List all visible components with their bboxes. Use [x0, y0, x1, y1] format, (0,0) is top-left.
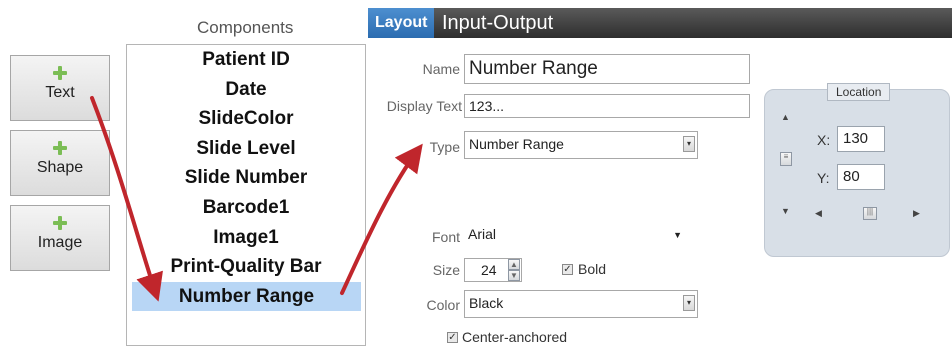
list-item[interactable]: Barcode1	[127, 193, 365, 223]
scroll-down-icon[interactable]: ▼	[781, 206, 790, 216]
center-anchored-checkbox[interactable]: ✓	[447, 332, 458, 343]
font-label: Font	[431, 229, 460, 245]
list-item-selected[interactable]: Number Range	[132, 281, 361, 312]
plus-icon	[53, 216, 67, 230]
type-value: Number Range	[469, 136, 564, 152]
horizontal-scroll-thumb[interactable]: |||	[863, 207, 877, 220]
bold-label: Bold	[578, 261, 607, 277]
add-shape-label: Shape	[36, 159, 84, 176]
components-list[interactable]: Patient ID Date SlideColor Slide Level S…	[126, 44, 366, 346]
plus-icon	[53, 141, 67, 155]
display-text-field[interactable]: 123...	[464, 94, 750, 118]
list-item[interactable]: Slide Number	[127, 163, 365, 193]
tab-layout[interactable]: Layout	[368, 8, 435, 38]
font-value: Arial	[468, 226, 497, 242]
components-title: Components	[197, 18, 294, 37]
color-select[interactable]: Black ▾	[464, 290, 698, 318]
type-select[interactable]: Number Range ▾	[464, 131, 698, 159]
name-label: Name	[422, 61, 460, 77]
properties-header: Layout Input-Output	[368, 8, 952, 38]
tab-input-output[interactable]: Input-Output	[442, 8, 553, 38]
vertical-scrollbar[interactable]: ▲ ≡ ▼	[777, 112, 795, 216]
add-image-label: Image	[37, 234, 83, 251]
x-coordinate-field[interactable]: 130	[837, 126, 885, 152]
chevron-down-icon[interactable]: ▾	[683, 295, 695, 311]
plus-icon	[53, 66, 67, 80]
list-item[interactable]: SlideColor	[127, 104, 365, 134]
chevron-down-icon[interactable]: ▼	[508, 270, 520, 281]
vertical-scroll-thumb[interactable]: ≡	[780, 152, 792, 166]
y-label: Y:	[817, 170, 830, 186]
center-anchored-label: Center-anchored	[462, 329, 568, 345]
size-label: Size	[432, 262, 460, 278]
color-value: Black	[469, 295, 504, 311]
add-shape-button[interactable]: Shape	[10, 130, 110, 196]
location-title: Location	[827, 83, 891, 101]
add-text-button[interactable]: Text	[10, 55, 110, 121]
list-item[interactable]: Date	[127, 75, 365, 105]
list-item[interactable]: Slide Level	[127, 134, 365, 164]
add-image-button[interactable]: Image	[10, 205, 110, 271]
add-text-label: Text	[45, 84, 75, 101]
name-field[interactable]: Number Range	[464, 54, 750, 84]
scroll-right-icon[interactable]: ▶	[913, 208, 920, 219]
chevron-up-icon[interactable]: ▲	[508, 259, 520, 270]
display-text-label: Display Text	[386, 98, 462, 114]
chevron-down-icon[interactable]: ▾	[683, 136, 695, 152]
size-spin-buttons[interactable]: ▲ ▼	[508, 259, 520, 281]
list-item[interactable]: Patient ID	[127, 45, 365, 75]
bold-checkbox[interactable]: ✓	[562, 264, 573, 275]
y-coordinate-field[interactable]: 80	[837, 164, 885, 190]
list-item[interactable]: Image1	[127, 223, 365, 253]
location-panel: Location ▲ ≡ ▼ X: 130 Y: 80 ◀ ||| ▶	[764, 83, 950, 257]
chevron-down-icon[interactable]: ▼	[673, 230, 682, 240]
x-label: X:	[817, 132, 831, 148]
font-select[interactable]: Arial ▼	[464, 222, 688, 248]
scroll-left-icon[interactable]: ◀	[815, 208, 822, 219]
color-label: Color	[426, 297, 460, 313]
scroll-up-icon[interactable]: ▲	[781, 112, 790, 122]
type-label: Type	[429, 139, 460, 155]
list-item[interactable]: Print-Quality Bar	[127, 252, 365, 282]
horizontal-scrollbar[interactable]: ◀ ||| ▶	[815, 206, 923, 222]
